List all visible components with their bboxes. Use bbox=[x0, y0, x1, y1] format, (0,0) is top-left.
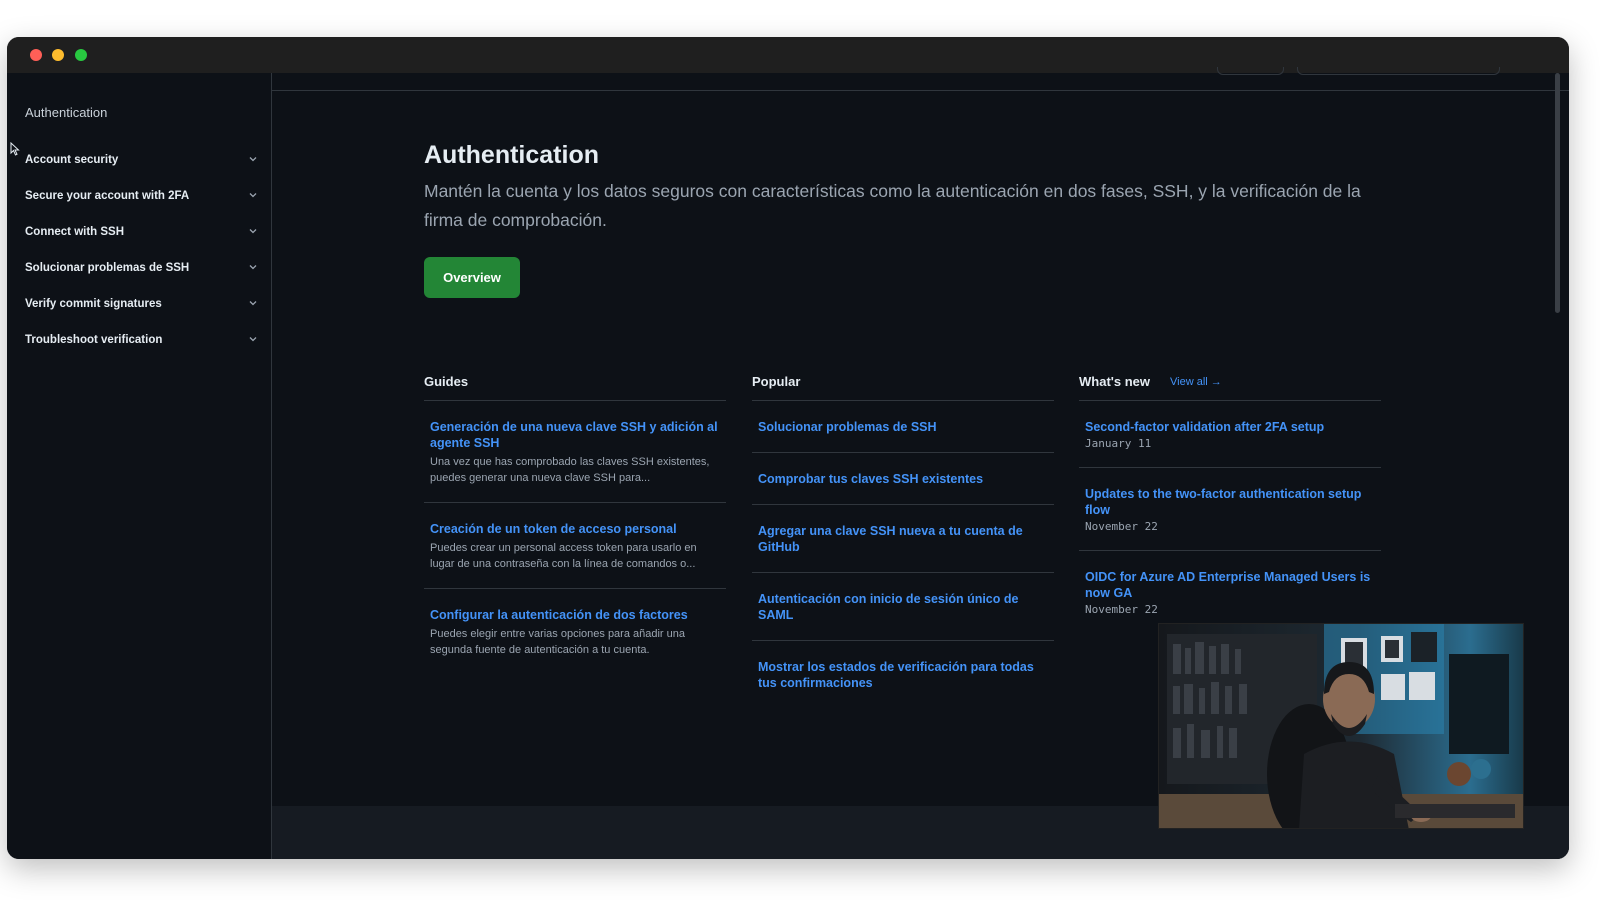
sidebar-item-label: Account security bbox=[25, 154, 119, 166]
list-item: OIDC for Azure AD Enterprise Managed Use… bbox=[1079, 551, 1381, 633]
guide-link[interactable]: Configurar la autenticación de dos facto… bbox=[430, 607, 720, 623]
sidebar-item-verify-signatures[interactable]: Verify commit signatures bbox=[7, 286, 272, 322]
news-link[interactable]: Second-factor validation after 2FA setup bbox=[1085, 419, 1375, 435]
sidebar-item-secure-2fa[interactable]: Secure your account with 2FA bbox=[7, 178, 272, 214]
list-item: Mostrar los estados de verificación para… bbox=[752, 641, 1054, 708]
popular-link[interactable]: Mostrar los estados de verificación para… bbox=[758, 659, 1048, 691]
guide-description: Puedes elegir entre varias opciones para… bbox=[430, 628, 685, 656]
chevron-down-icon bbox=[249, 157, 257, 162]
guides-title: Guides bbox=[424, 374, 469, 389]
chevron-down-icon bbox=[249, 265, 257, 270]
guide-description: Una vez que has comprobado las claves SS… bbox=[430, 456, 710, 484]
sidebar-item-label: Solucionar problemas de SSH bbox=[25, 262, 190, 274]
header-divider bbox=[272, 90, 1569, 91]
list-item: Comprobar tus claves SSH existentes bbox=[752, 453, 1054, 505]
guides-column: Guides Generación de una nueva clave SSH… bbox=[424, 363, 726, 674]
chevron-down-icon bbox=[249, 229, 257, 234]
whats-new-header: What's new View all → bbox=[1079, 363, 1381, 401]
page-intro: Mantén la cuenta y los datos seguros con… bbox=[424, 181, 1361, 230]
news-date: November 22 bbox=[1085, 520, 1158, 533]
minimize-window-button[interactable] bbox=[52, 49, 64, 61]
guides-header: Guides bbox=[424, 363, 726, 401]
popular-link[interactable]: Agregar una clave SSH nueva a tu cuenta … bbox=[758, 523, 1048, 555]
sidebar-heading[interactable]: Authentication bbox=[25, 105, 107, 120]
popular-title: Popular bbox=[752, 374, 801, 389]
sidebar-item-account-security[interactable]: Account security bbox=[7, 142, 272, 178]
overview-button[interactable]: Overview bbox=[424, 257, 520, 298]
list-item: Solucionar problemas de SSH bbox=[752, 401, 1054, 453]
popular-link[interactable]: Comprobar tus claves SSH existentes bbox=[758, 471, 1048, 487]
webcam-scene bbox=[1159, 624, 1523, 828]
popular-link[interactable]: Autenticación con inicio de sesión único… bbox=[758, 591, 1048, 623]
popular-link[interactable]: Solucionar problemas de SSH bbox=[758, 419, 1048, 435]
view-all-link[interactable]: View all → bbox=[1170, 376, 1222, 388]
sidebar-item-label: Troubleshoot verification bbox=[25, 334, 163, 346]
news-date: January 11 bbox=[1085, 437, 1152, 450]
close-window-button[interactable] bbox=[30, 49, 42, 61]
sidebar-item-label: Connect with SSH bbox=[25, 226, 125, 238]
sidebar-item-troubleshoot-verification[interactable]: Troubleshoot verification bbox=[7, 322, 272, 358]
page-title: Authentication bbox=[424, 141, 599, 169]
popular-header: Popular bbox=[752, 363, 1054, 401]
list-item: Autenticación con inicio de sesión único… bbox=[752, 573, 1054, 641]
scrollbar[interactable] bbox=[1555, 73, 1560, 313]
maximize-window-button[interactable] bbox=[75, 49, 87, 61]
sidebar-item-connect-ssh[interactable]: Connect with SSH bbox=[7, 214, 272, 250]
browser-window: Authentication Account security Secure y… bbox=[7, 37, 1569, 859]
chevron-down-icon bbox=[249, 193, 257, 198]
list-item: Updates to the two-factor authentication… bbox=[1079, 468, 1381, 551]
sidebar: Authentication Account security Secure y… bbox=[7, 73, 272, 859]
sidebar-nav: Account security Secure your account wit… bbox=[7, 142, 272, 358]
sidebar-item-label: Secure your account with 2FA bbox=[25, 190, 190, 202]
guide-description: Puedes crear un personal access token pa… bbox=[430, 542, 697, 570]
list-item: Configurar la autenticación de dos facto… bbox=[424, 589, 726, 674]
news-date: November 22 bbox=[1085, 603, 1158, 616]
chevron-down-icon bbox=[249, 301, 257, 306]
list-item: Generación de una nueva clave SSH y adic… bbox=[424, 401, 726, 503]
guide-link[interactable]: Generación de una nueva clave SSH y adic… bbox=[430, 419, 720, 451]
sidebar-item-troubleshoot-ssh[interactable]: Solucionar problemas de SSH bbox=[7, 250, 272, 286]
webcam-overlay bbox=[1158, 623, 1524, 829]
guide-link[interactable]: Creación de un token de acceso personal bbox=[430, 521, 720, 537]
header-search-input[interactable] bbox=[1297, 67, 1500, 75]
list-item: Agregar una clave SSH nueva a tu cuenta … bbox=[752, 505, 1054, 573]
sidebar-item-label: Verify commit signatures bbox=[25, 298, 162, 310]
list-item: Creación de un token de acceso personal … bbox=[424, 503, 726, 589]
news-link[interactable]: Updates to the two-factor authentication… bbox=[1085, 486, 1375, 518]
header-button[interactable] bbox=[1217, 67, 1284, 75]
news-link[interactable]: OIDC for Azure AD Enterprise Managed Use… bbox=[1085, 569, 1375, 601]
chevron-down-icon bbox=[249, 337, 257, 342]
whats-new-column: What's new View all → Second-factor vali… bbox=[1079, 363, 1381, 633]
list-item: Second-factor validation after 2FA setup… bbox=[1079, 401, 1381, 468]
whats-new-title: What's new bbox=[1079, 374, 1150, 389]
popular-column: Popular Solucionar problemas de SSH Comp… bbox=[752, 363, 1054, 708]
